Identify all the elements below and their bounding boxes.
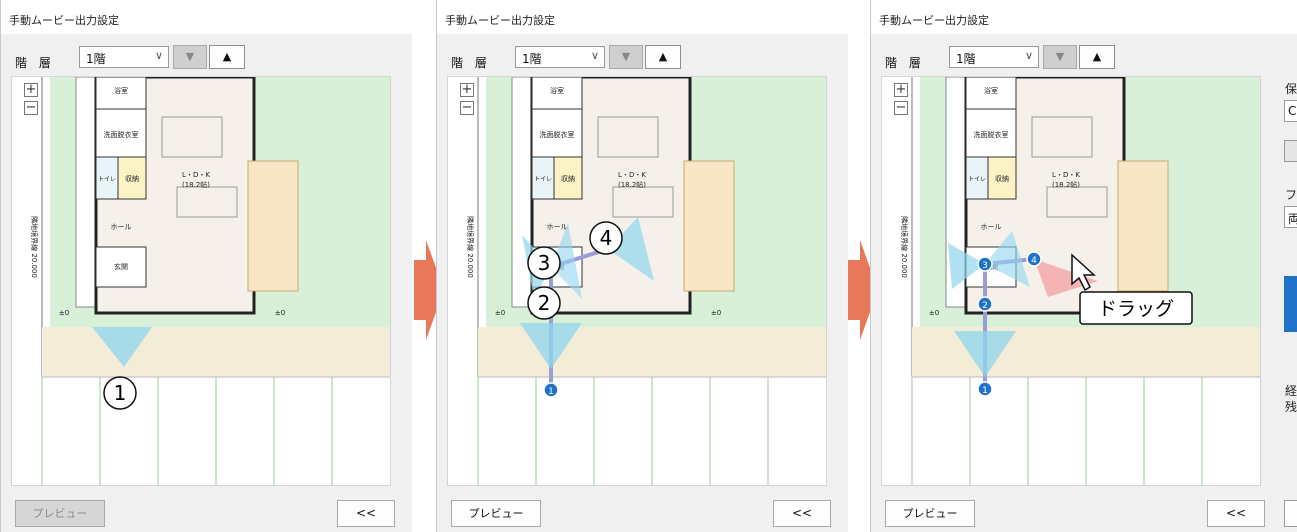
preview-button[interactable]: プレビュー [885,500,975,527]
save-field-text: C [1288,104,1297,118]
camera-cone [954,331,1016,377]
floor-plan-map[interactable]: 浴室洗面脱衣室トイレ収納L・D・K(18.2帖)ホール玄関隣地境界線 20.00… [881,76,1261,486]
panel-title: 手動ムービー出力設定 [9,14,119,27]
elapsed-label-fragment: 経 [1285,384,1297,398]
floor-select-value: 1階 [956,52,976,66]
panel-title-bar: 手動ムービー出力設定 [871,0,1297,34]
movie-settings-panel-2: 手動ムービー出力設定 階 層 1階 ∨ ▼ ▲ 浴室 洗面脱衣室 トイレ 収納 L・D・K… [436,0,848,532]
chevron-down-icon: ∨ [154,49,163,62]
camera-point-3-label: 3 [982,261,988,271]
panel-title: 手動ムービー出力設定 [445,14,555,27]
collapse-button[interactable]: << [1207,500,1265,527]
map-overlay: 1 [92,327,152,410]
zoom-out-button[interactable]: − [24,101,38,115]
format-label-fragment: フ [1285,188,1297,202]
floor-up-button[interactable]: ▲ [1079,45,1115,69]
browse-button-fragment[interactable] [1284,140,1297,162]
step-marker-1-label: 1 [114,381,127,405]
map-overlay: 1 2 3 4 ドラッグ [948,231,1193,397]
chevron-down-icon: ∨ [1024,49,1033,62]
floor-select[interactable]: 1階 ∨ [515,46,605,68]
zoom-in-button[interactable]: + [24,83,38,97]
floor-down-button[interactable]: ▼ [173,45,207,69]
movie-settings-panel-3: 手動ムービー出力設定 階 層 1階 ∨ ▼ ▲ 浴室 洗面脱衣室 トイレ 収納 L・D・K… [870,0,1297,532]
floor-select-value: 1階 [86,52,106,66]
camera-cone [520,323,582,369]
format-select-text: 両 [1288,210,1297,227]
zoom-in-button[interactable]: + [460,83,474,97]
step-marker-3-label: 3 [538,251,551,275]
floor-up-button[interactable]: ▲ [645,45,681,69]
zoom-out-button[interactable]: − [894,101,908,115]
preview-button[interactable]: プレビュー [451,500,541,527]
zoom-in-button[interactable]: + [894,83,908,97]
panel-title-bar: 手動ムービー出力設定 [1,0,412,34]
panel-title: 手動ムービー出力設定 [879,14,989,27]
floor-plan-map[interactable]: 浴室洗面脱衣室トイレ収納L・D・K(18.2帖)ホール玄関隣地境界線 20.00… [447,76,827,486]
floor-plan-map[interactable]: 浴室洗面脱衣室トイレ収納L・D・K(18.2帖)ホール玄関隣地境界線 20.00… [11,76,391,486]
floor-select-value: 1階 [522,52,542,66]
save-field-fragment[interactable]: C [1284,100,1297,122]
camera-point-2-label: 2 [982,301,988,311]
floor-down-button[interactable]: ▼ [609,45,643,69]
step-marker-2-label: 2 [538,291,551,315]
collapse-button[interactable]: << [773,500,831,527]
zoom-out-button[interactable]: − [460,101,474,115]
movie-settings-panel-1: 手動ムービー出力設定 階 層 1階 ∨ ▼ ▲ 浴室 洗面脱衣室 トイレ 収納 L・D・K… [0,0,412,532]
camera-point-4-label: 4 [1031,256,1037,266]
save-label-fragment: 保 [1285,82,1297,96]
remaining-label-fragment: 残 [1285,400,1297,414]
map-overlay: 1 2 3 4 [520,217,654,398]
floor-label: 階 層 [451,56,491,70]
camera-cone [92,327,152,367]
format-select-fragment[interactable]: 両 [1284,206,1297,228]
camera-point-1-label: 1 [982,386,988,396]
panel-title-bar: 手動ムービー出力設定 [437,0,848,34]
drag-label: ドラッグ [1098,298,1174,320]
floor-label: 階 層 [15,56,55,70]
collapse-button[interactable]: << [337,500,395,527]
preview-button[interactable]: プレビュー [15,500,105,527]
floor-label: 階 層 [885,56,925,70]
extra-button-fragment[interactable] [1284,500,1297,527]
floor-select[interactable]: 1階 ∨ [79,46,169,68]
step-marker-4-label: 4 [600,226,613,250]
floor-select[interactable]: 1階 ∨ [949,46,1039,68]
chevron-down-icon: ∨ [590,49,599,62]
record-button-fragment[interactable] [1284,276,1297,332]
floor-down-button[interactable]: ▼ [1043,45,1077,69]
camera-point-1-label: 1 [548,387,554,397]
floor-up-button[interactable]: ▲ [209,45,245,69]
